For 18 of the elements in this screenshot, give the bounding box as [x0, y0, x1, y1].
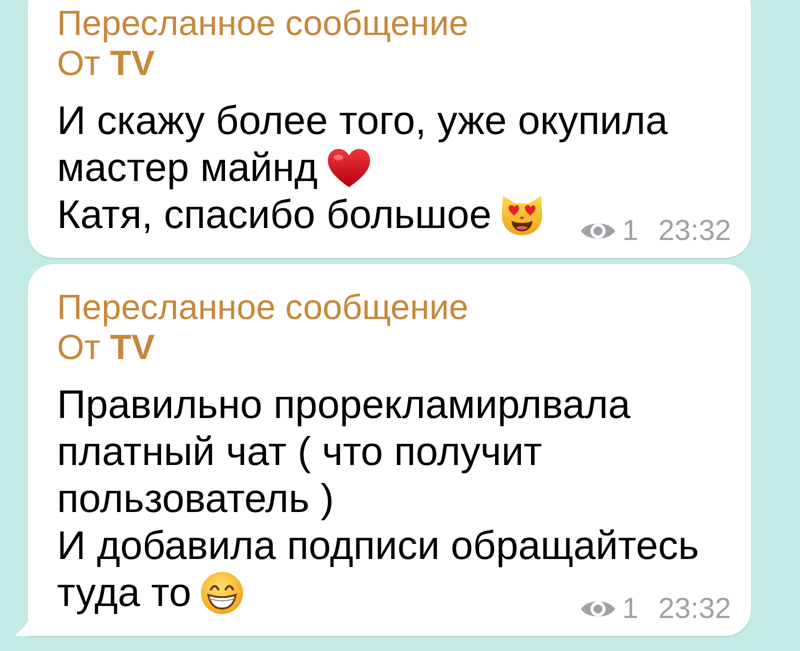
forwarded-label: Пересланное сообщение: [57, 4, 468, 44]
message-text: пользователь ): [57, 477, 334, 521]
message-text: туда то: [57, 571, 192, 615]
message-text: И скажу более того, уже окупила: [57, 99, 668, 143]
forward-source: От TV: [57, 44, 155, 84]
heart-icon: [326, 146, 372, 190]
grinning-face-icon: [199, 571, 246, 615]
forward-source: От TV: [57, 328, 155, 368]
message-text: мастер майнд: [57, 146, 318, 190]
message-text: И добавила подписи обращайтесь: [57, 524, 699, 568]
message-time: 23:32: [658, 216, 731, 246]
message-text: Катя, спасибо большое: [57, 193, 492, 237]
message-text: платный чат ( что получит: [57, 430, 542, 474]
view-count: 1: [622, 216, 638, 246]
forwarded-label: Пересланное сообщение: [57, 288, 468, 328]
message-time: 23:32: [658, 594, 731, 624]
message-text: Правильно прорекламирлвала: [57, 383, 630, 427]
view-count: 1: [622, 594, 638, 624]
